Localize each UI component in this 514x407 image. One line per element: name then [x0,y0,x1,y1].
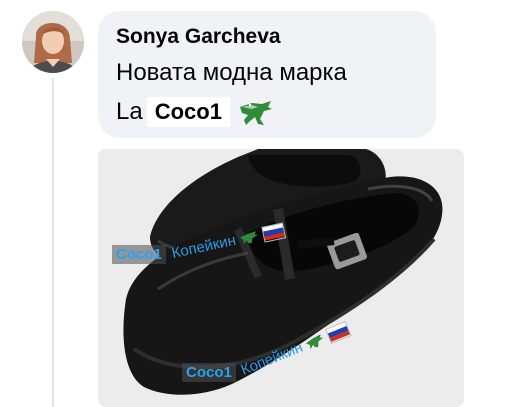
watermark-brand: Coco1 [112,245,166,264]
crocodile-logo-icon [238,97,274,127]
attached-photo[interactable]: Coco1 Копейкин Coco1 Копейкин [98,149,464,407]
comment-bubble: Sonya Garcheva Новата модна марка La Coc… [98,11,436,138]
photo-watermark-top: Coco1 Копейкин [112,221,287,264]
comment-author-name[interactable]: Sonya Garcheva [116,25,281,49]
watermark-brand: Coco1 [182,363,236,382]
comment-text-line-1: Новата модна марка [116,59,347,86]
comment-text-line-2: La Coco1 [116,97,274,127]
brand-name-box: Coco1 [146,97,230,127]
avatar[interactable] [22,11,84,73]
crocodile-logo-icon [238,228,260,246]
photo-watermark-bottom: Coco1 Копейкин [182,320,357,382]
comment-thread: Sonya Garcheva Новата модна марка La Coc… [0,0,514,407]
comment-text-prefix: La [116,98,143,125]
thread-connector-line [52,78,54,407]
